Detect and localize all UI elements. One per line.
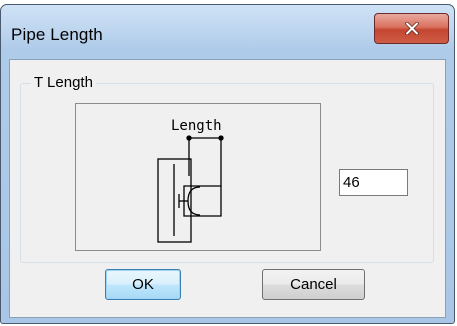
close-icon [404,22,419,35]
close-button[interactable] [374,13,449,44]
length-input[interactable] [339,169,408,196]
dialog-window: Pipe Length T Length Length 46 OK Cancel [0,4,455,324]
tee-pipe-drawing [157,135,224,243]
cancel-button[interactable]: Cancel [262,269,365,300]
window-title: Pipe Length [11,25,103,44]
groupbox-label: T Length [31,74,96,91]
ok-button[interactable]: OK [105,269,181,300]
t-length-diagram: Length [75,103,321,251]
branch-saddle-curve [187,186,201,216]
t-length-groupbox: T Length Length [20,74,434,263]
dialog-client-area: T Length Length 46 OK Cancel [9,59,446,318]
branch-pipe-outline [183,185,222,217]
